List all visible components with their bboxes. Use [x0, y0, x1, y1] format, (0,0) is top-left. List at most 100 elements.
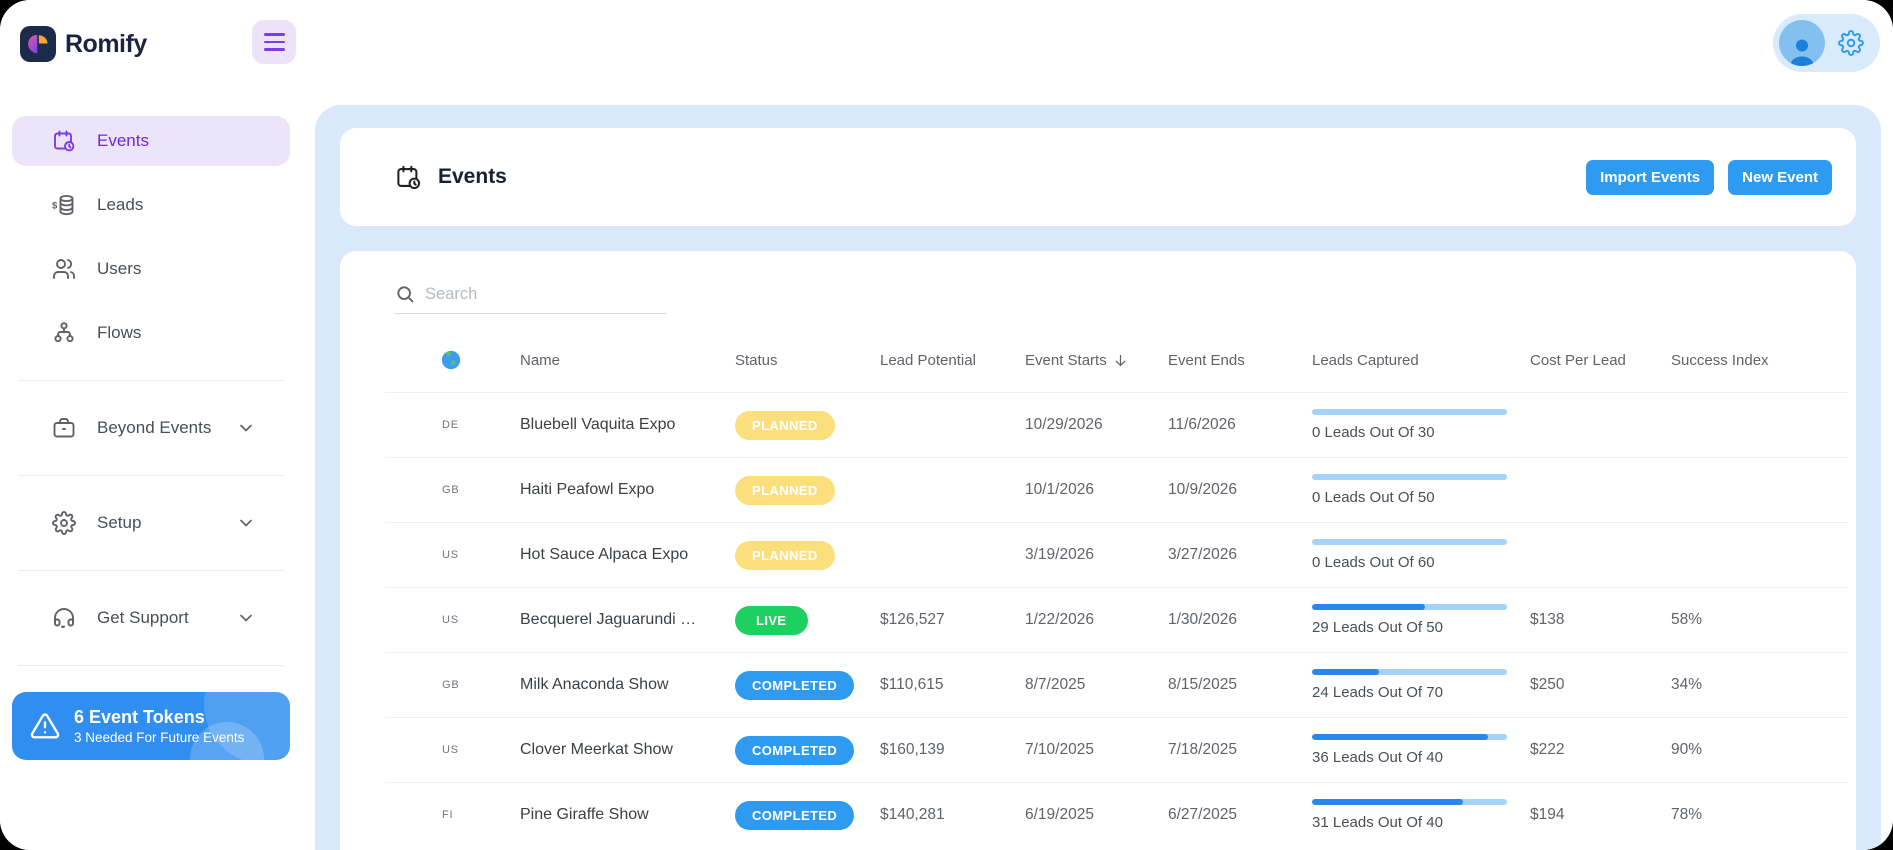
sidebar-item-label: Get Support [97, 608, 189, 628]
table-row[interactable]: FI Pine Giraffe Show COMPLETED $140,281 … [385, 782, 1848, 847]
events-header-card: Events Import Events New Event [340, 128, 1856, 226]
column-header-event-starts[interactable]: Event Starts [1025, 352, 1168, 369]
new-event-button[interactable]: New Event [1728, 160, 1832, 195]
search-input[interactable] [425, 285, 635, 304]
sidebar-divider [18, 665, 284, 666]
status-badge: PLANNED [735, 541, 835, 570]
region-code: GB [385, 679, 520, 691]
event-tokens-card[interactable]: 6 Event Tokens 3 Needed For Future Event… [12, 692, 290, 760]
lead-potential-value: $110,615 [880, 676, 1025, 694]
column-header-event-ends[interactable]: Event Ends [1168, 352, 1312, 369]
search-field [395, 284, 667, 314]
column-header-name[interactable]: Name [520, 352, 735, 369]
chevron-down-icon [236, 418, 256, 438]
sort-desc-icon[interactable] [1112, 352, 1129, 369]
sidebar-divider [18, 475, 284, 476]
event-name: Pine Giraffe Show [520, 806, 735, 824]
svg-text:$: $ [52, 201, 58, 212]
import-events-button[interactable]: Import Events [1586, 160, 1714, 195]
leads-progress-bar [1312, 539, 1507, 545]
event-name: Becquerel Jaguarundi … [520, 611, 735, 629]
leads-captured-cell: 24 Leads Out Of 70 [1312, 669, 1530, 701]
event-ends-value: 8/15/2025 [1168, 676, 1312, 694]
leads-progress-bar [1312, 669, 1507, 675]
column-header-status[interactable]: Status [735, 352, 880, 369]
status-badge: PLANNED [735, 411, 835, 440]
leads-progress-bar [1312, 409, 1507, 415]
cost-per-lead-value: $138 [1530, 611, 1671, 629]
status-badge: COMPLETED [735, 736, 854, 765]
column-header-region [385, 349, 520, 371]
event-ends-value: 6/27/2025 [1168, 806, 1312, 824]
table-row[interactable]: GB Milk Anaconda Show COMPLETED $110,615… [385, 652, 1848, 717]
sidebar-item-label: Flows [97, 323, 141, 343]
column-header-lead-potential[interactable]: Lead Potential [880, 352, 1025, 369]
event-name: Milk Anaconda Show [520, 676, 735, 694]
sidebar-divider [18, 570, 284, 571]
sidebar-item-label: Leads [97, 195, 143, 215]
warning-triangle-icon [30, 711, 60, 741]
cost-per-lead-value: $250 [1530, 676, 1671, 694]
event-starts-value: 7/10/2025 [1025, 741, 1168, 759]
leads-progress-fill [1312, 669, 1379, 675]
briefcase-icon [52, 416, 76, 440]
column-header-cost-per-lead[interactable]: Cost Per Lead [1530, 352, 1671, 369]
sidebar-item-events[interactable]: Events [12, 116, 290, 166]
leads-progress-fill [1312, 604, 1425, 610]
status-badge: COMPLETED [735, 801, 854, 830]
sidebar-item-beyond-events[interactable]: Beyond Events [12, 403, 290, 453]
event-starts-value: 6/19/2025 [1025, 806, 1168, 824]
event-name: Haiti Peafowl Expo [520, 481, 735, 499]
event-ends-value: 1/30/2026 [1168, 611, 1312, 629]
romify-logo-icon [20, 26, 56, 62]
sidebar-item-get-support[interactable]: Get Support [12, 593, 290, 643]
table-row[interactable]: DE Bluebell Vaquita Expo PLANNED 10/29/2… [385, 392, 1848, 457]
column-header-leads-captured[interactable]: Leads Captured [1312, 352, 1530, 369]
leads-captured-cell: 0 Leads Out Of 30 [1312, 409, 1530, 441]
gear-icon[interactable] [1838, 30, 1864, 56]
event-name: Bluebell Vaquita Expo [520, 416, 735, 434]
sidebar-item-setup[interactable]: Setup [12, 498, 290, 548]
app-window: Romify [0, 0, 1893, 850]
table-row[interactable]: US Clover Meerkat Show COMPLETED $160,13… [385, 717, 1848, 782]
cost-per-lead-value: $222 [1530, 741, 1671, 759]
chevron-down-icon [236, 513, 256, 533]
leads-captured-label: 0 Leads Out Of 60 [1312, 554, 1530, 571]
lead-potential-value: $126,527 [880, 611, 1025, 629]
sidebar-item-leads[interactable]: $ Leads [12, 180, 290, 230]
cost-per-lead-value: $194 [1530, 806, 1671, 824]
table-row[interactable]: US Becquerel Jaguarundi … LIVE $126,527 … [385, 587, 1848, 652]
status-badge: LIVE [735, 606, 808, 635]
brand-name: Romify [65, 30, 147, 59]
leads-progress-fill [1312, 799, 1463, 805]
event-starts-value: 10/29/2026 [1025, 416, 1168, 434]
sidebar-divider [18, 380, 284, 381]
sidebar-item-users[interactable]: Users [12, 244, 290, 294]
sidebar: Events $ Leads [0, 90, 302, 850]
main-content: Events Import Events New Event [315, 105, 1881, 850]
search-icon [395, 284, 415, 304]
region-code: DE [385, 419, 520, 431]
leads-captured-label: 29 Leads Out Of 50 [1312, 619, 1530, 636]
sidebar-item-label: Users [97, 259, 141, 279]
calendar-clock-icon [395, 164, 422, 191]
token-needed-label: 3 Needed For Future Events [74, 730, 244, 745]
leads-progress-bar [1312, 799, 1507, 805]
event-ends-value: 11/6/2026 [1168, 416, 1312, 434]
table-row[interactable]: GB Haiti Peafowl Expo PLANNED 10/1/2026 … [385, 457, 1848, 522]
table-row[interactable]: US Hot Sauce Alpaca Expo PLANNED 3/19/20… [385, 522, 1848, 587]
lead-potential-value: $140,281 [880, 806, 1025, 824]
event-name: Clover Meerkat Show [520, 741, 735, 759]
sidebar-item-flows[interactable]: Flows [12, 308, 290, 358]
hamburger-menu-icon[interactable] [252, 20, 296, 64]
sidebar-item-label: Setup [97, 513, 141, 533]
leads-progress-bar [1312, 474, 1507, 480]
column-header-success-index[interactable]: Success Index [1671, 352, 1848, 369]
leads-captured-cell: 31 Leads Out Of 40 [1312, 799, 1530, 831]
event-starts-value: 1/22/2026 [1025, 611, 1168, 629]
user-avatar-icon[interactable] [1779, 20, 1825, 66]
event-starts-value: 8/7/2025 [1025, 676, 1168, 694]
table-header-row: Name Status Lead Potential Event Starts … [385, 328, 1848, 392]
leads-captured-label: 31 Leads Out Of 40 [1312, 814, 1530, 831]
globe-icon [440, 349, 462, 371]
